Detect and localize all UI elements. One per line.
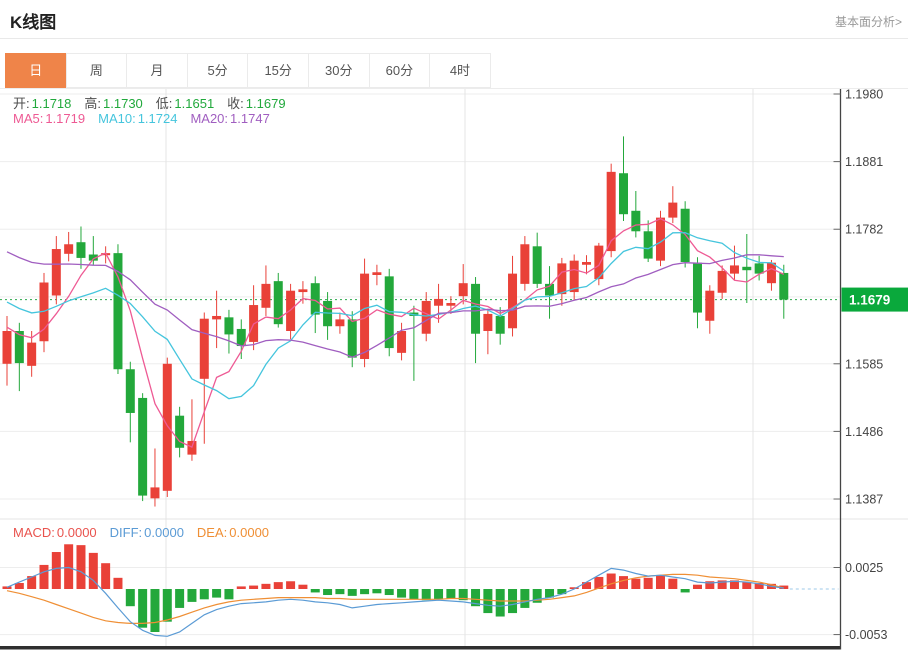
tab-period-2[interactable]: 月 <box>126 53 188 88</box>
chart-area: 1.1980 1.1881 1.1782 1.1585 1.1486 1.1387 0.00… <box>0 89 908 653</box>
svg-text:1.1980: 1.1980 <box>845 89 883 102</box>
current-price-tag: 1.1679 <box>842 288 908 312</box>
tab-period-1[interactable]: 周 <box>66 53 128 88</box>
ma20-line <box>7 252 784 357</box>
svg-text:1.1585: 1.1585 <box>845 357 883 371</box>
tab-period-7[interactable]: 4时 <box>429 53 491 88</box>
fundamental-analysis-link[interactable]: 基本面分析> <box>835 13 902 30</box>
tab-period-6[interactable]: 60分 <box>369 53 431 88</box>
svg-text:1.1486: 1.1486 <box>845 425 883 439</box>
dea-line <box>7 574 784 623</box>
svg-text:-0.0053: -0.0053 <box>845 628 887 642</box>
svg-text:1.1782: 1.1782 <box>845 223 883 237</box>
kline-chart-canvas[interactable]: 1.1980 1.1881 1.1782 1.1585 1.1486 1.1387 0.00… <box>0 89 908 653</box>
svg-text:1.1387: 1.1387 <box>845 493 883 507</box>
svg-text:0.0025: 0.0025 <box>845 561 883 575</box>
diff-line <box>7 568 784 637</box>
bottom-axis-bar <box>0 646 841 650</box>
gridlines <box>0 89 908 646</box>
tab-period-0[interactable]: 日 <box>5 53 67 88</box>
macd-histogram <box>3 544 789 632</box>
page-header: K线图 基本面分析> <box>0 0 908 39</box>
page-title: K线图 <box>10 8 56 33</box>
period-tab-bar: 日周月5分15分30分60分4时 <box>0 53 908 89</box>
tab-period-5[interactable]: 30分 <box>308 53 370 88</box>
candles-layer <box>3 136 789 506</box>
tab-period-4[interactable]: 15分 <box>247 53 309 88</box>
ma5-line <box>7 219 784 447</box>
svg-text:1.1679: 1.1679 <box>849 293 890 308</box>
tab-period-3[interactable]: 5分 <box>187 53 249 88</box>
svg-text:1.1881: 1.1881 <box>845 155 883 169</box>
